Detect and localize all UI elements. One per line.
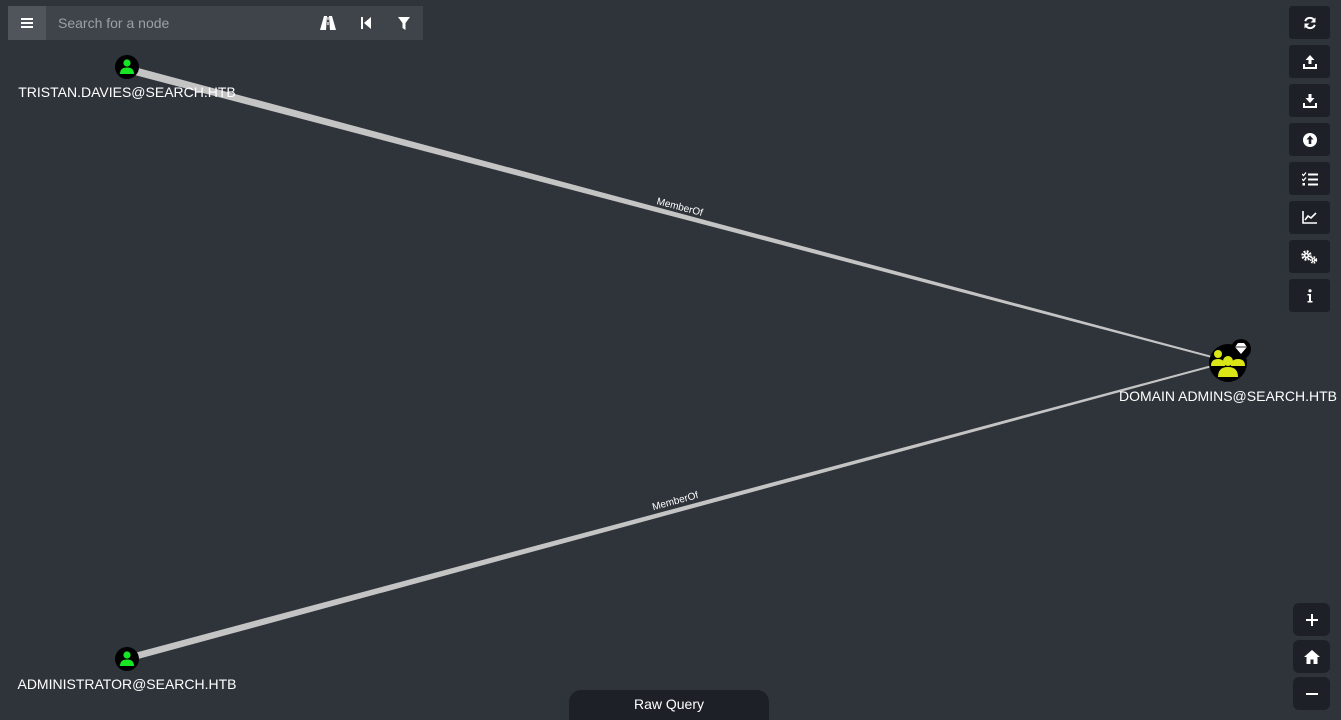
import-button[interactable] (1289, 123, 1330, 156)
pathfinding-road-icon (320, 16, 336, 30)
zoom-in-button[interactable] (1293, 603, 1330, 636)
node-administrator[interactable] (115, 647, 139, 671)
high-value-diamond-icon (1231, 339, 1251, 359)
import-circle-icon (1302, 132, 1317, 147)
zoom-home-button[interactable] (1293, 640, 1330, 673)
refresh-button[interactable] (1289, 6, 1330, 39)
search-input[interactable] (46, 6, 309, 40)
home-icon (1303, 649, 1320, 664)
graph-canvas[interactable]: MemberOf MemberOf (0, 0, 1341, 714)
download-icon (1302, 93, 1317, 108)
info-button[interactable] (1289, 279, 1330, 312)
settings-gears-icon (1301, 249, 1318, 264)
right-toolbar (1289, 6, 1330, 318)
zoom-controls (1293, 603, 1330, 714)
chart-line-icon (1302, 211, 1317, 224)
analysis-button[interactable] (1289, 201, 1330, 234)
refresh-icon (1303, 16, 1316, 29)
node-domain-admins[interactable] (1209, 339, 1251, 382)
info-icon (1307, 288, 1312, 302)
menu-icon (21, 18, 33, 28)
node-label-tristan: TRISTAN.DAVIES@SEARCH.HTB (18, 84, 236, 100)
queries-button[interactable] (1289, 162, 1330, 195)
checklist-icon (1301, 171, 1318, 185)
zoom-out-button[interactable] (1293, 677, 1330, 710)
back-button[interactable] (347, 6, 385, 40)
node-label-domain-admins: DOMAIN ADMINS@SEARCH.HTB (1118, 388, 1338, 404)
search-bar (8, 6, 423, 40)
pathfinding-button[interactable] (309, 6, 347, 40)
settings-button[interactable] (1289, 240, 1330, 273)
filter-icon (398, 16, 410, 30)
node-label-administrator: ADMINISTRATOR@SEARCH.HTB (17, 676, 237, 692)
back-step-icon (361, 17, 371, 29)
upload-button[interactable] (1289, 45, 1330, 78)
edge-memberof-administrator[interactable] (127, 365, 1212, 662)
raw-query-button[interactable]: Raw Query (569, 690, 769, 720)
filter-button[interactable] (385, 6, 423, 40)
upload-icon (1302, 54, 1317, 69)
zoom-in-icon (1305, 613, 1318, 626)
menu-button[interactable] (8, 6, 46, 40)
node-tristan-davies[interactable] (115, 55, 139, 79)
edge-memberof-tristan[interactable] (127, 65, 1212, 358)
zoom-out-icon (1305, 692, 1318, 695)
download-button[interactable] (1289, 84, 1330, 117)
